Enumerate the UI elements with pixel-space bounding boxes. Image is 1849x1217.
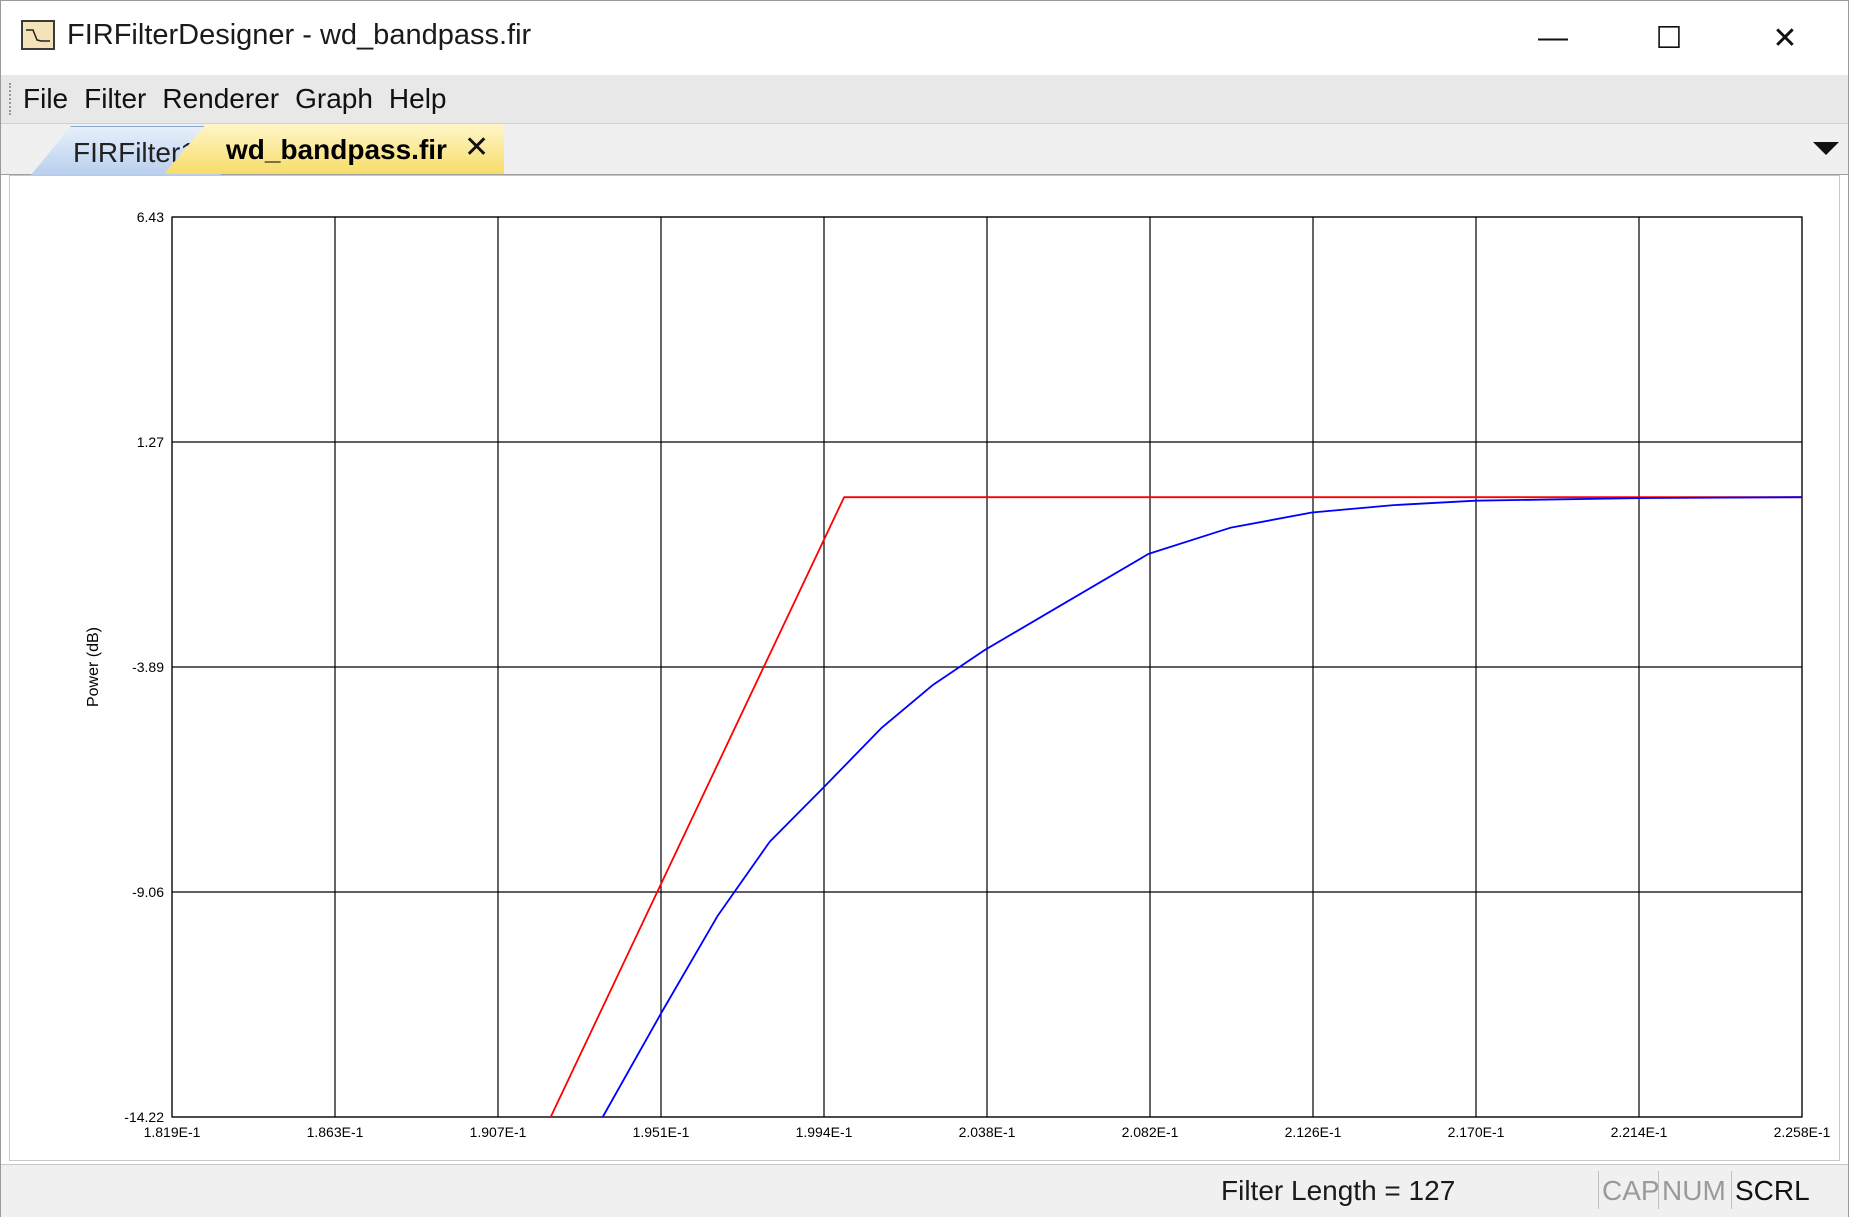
minimize-button[interactable]: —: [1495, 1, 1611, 75]
x-tick-label: 2.214E-1: [1611, 1124, 1668, 1140]
menu-file[interactable]: File: [23, 83, 68, 115]
y-tick-label: -9.06: [132, 884, 164, 900]
series-line-ideal: [549, 496, 1802, 1118]
menu-grip: [9, 83, 14, 115]
maximize-icon: ☐: [1655, 21, 1683, 55]
tab-wd-bandpass[interactable]: wd_bandpass.fir ✕: [164, 124, 504, 174]
menu-renderer[interactable]: Renderer: [162, 83, 279, 115]
y-tick-label: 1.27: [137, 434, 164, 450]
y-tick-label: -14.22: [124, 1109, 164, 1125]
scroll-lock-indicator: SCRL: [1731, 1171, 1813, 1209]
caps-lock-indicator: CAP: [1598, 1171, 1663, 1209]
app-icon: [21, 20, 55, 50]
x-tick-label: 1.907E-1: [470, 1124, 527, 1140]
menu-filter[interactable]: Filter: [84, 83, 146, 115]
x-tick-label: 2.126E-1: [1285, 1124, 1342, 1140]
y-tick-label: -3.89: [132, 659, 164, 675]
app-window: FIRFilterDesigner - wd_bandpass.fir — ☐ …: [0, 0, 1849, 1217]
menu-help[interactable]: Help: [389, 83, 447, 115]
close-icon: ✕: [1772, 21, 1798, 55]
tab-label: wd_bandpass.fir: [226, 134, 447, 165]
x-tick-label: 2.082E-1: [1122, 1124, 1179, 1140]
x-tick-label: 1.951E-1: [633, 1124, 690, 1140]
tab-close-icon[interactable]: ✕: [464, 130, 489, 165]
x-tick-label: 2.170E-1: [1448, 1124, 1505, 1140]
maximize-button[interactable]: ☐: [1611, 1, 1727, 75]
series-line-response: [601, 496, 1803, 1118]
menu-bar: File Filter Renderer Graph Help: [1, 75, 1848, 124]
x-tick-label: 2.038E-1: [959, 1124, 1016, 1140]
filter-length-status: Filter Length = 127: [1221, 1175, 1456, 1206]
frequency-response-chart: 1.819E-1 1.863E-1 1.907E-1 1.951E-1 1.994E-1…: [85, 209, 1831, 1140]
minimize-icon: —: [1538, 21, 1568, 54]
window-title: FIRFilterDesigner - wd_bandpass.fir: [67, 19, 532, 51]
x-tick-label: 2.258E-1: [1774, 1124, 1831, 1140]
title-bar[interactable]: FIRFilterDesigner - wd_bandpass.fir — ☐ …: [1, 1, 1848, 75]
y-tick-label: 6.43: [137, 209, 164, 225]
status-bar: Filter Length = 127 CAP NUM SCRL: [1, 1164, 1848, 1217]
graph-panel[interactable]: 1.819E-1 1.863E-1 1.907E-1 1.951E-1 1.994E-1…: [9, 175, 1840, 1161]
tab-list-dropdown-icon[interactable]: [1813, 142, 1839, 155]
x-tick-label: 1.863E-1: [307, 1124, 364, 1140]
num-lock-indicator: NUM: [1658, 1171, 1729, 1209]
y-axis-label: Power (dB): [85, 627, 102, 707]
x-tick-label: 1.994E-1: [796, 1124, 853, 1140]
close-window-button[interactable]: ✕: [1727, 1, 1843, 75]
tab-bar: FIRFilter1 wd_bandpass.fir ✕: [1, 124, 1848, 175]
x-tick-label: 1.819E-1: [144, 1124, 201, 1140]
menu-graph[interactable]: Graph: [295, 83, 373, 115]
